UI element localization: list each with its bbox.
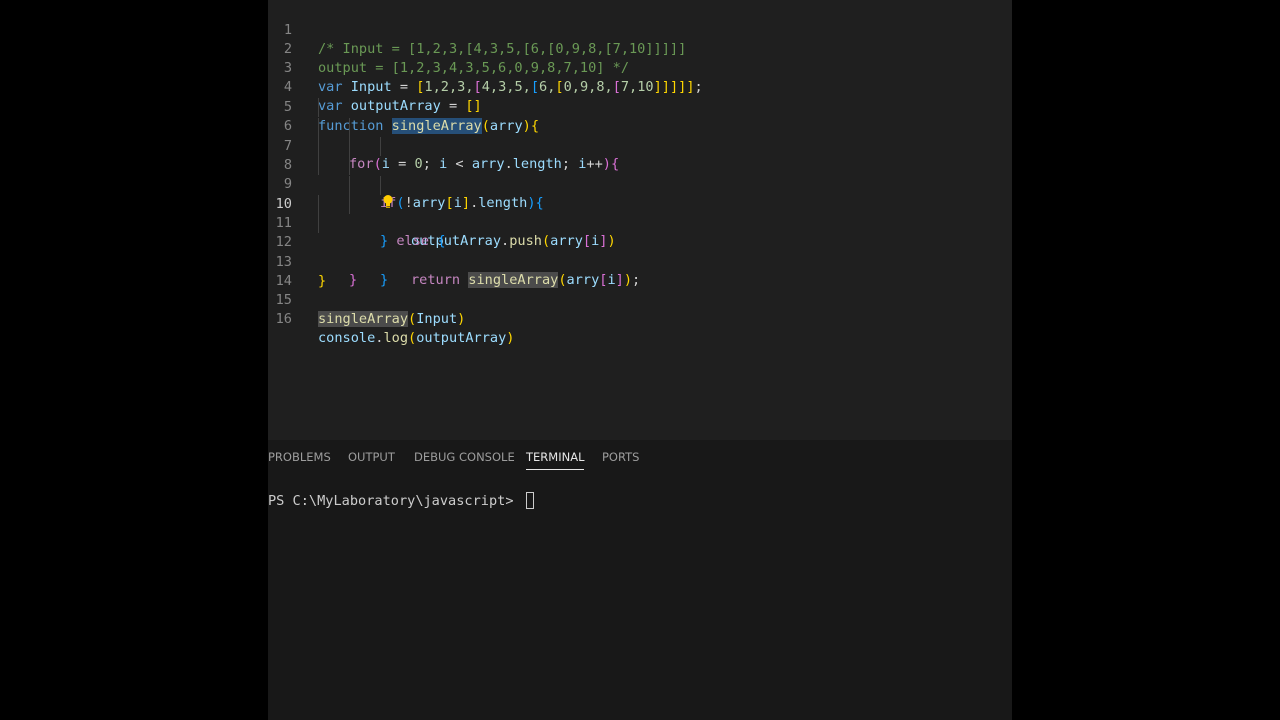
- indent-guide: [380, 137, 381, 156]
- indent-guide: [349, 176, 350, 195]
- indent-guide: [318, 137, 319, 156]
- code-line-13: 13 }: [268, 234, 1012, 289]
- indent-guide: [318, 156, 319, 175]
- variable: outputArray: [416, 330, 507, 346]
- indent-guide: [349, 195, 350, 214]
- tab-problems[interactable]: PROBLEMS: [268, 450, 331, 464]
- code-line-12: 12 }: [268, 214, 1012, 288]
- code-line-15: 15 singleArray(Input): [268, 272, 1012, 327]
- indent-guide: [318, 214, 319, 233]
- variable: console: [318, 330, 376, 346]
- function-call: singleArray: [318, 311, 409, 327]
- code-line-6: 6 for(i = 0; i < arry.length; i++){: [268, 98, 1012, 172]
- bracket: ): [457, 311, 466, 327]
- tab-output[interactable]: OUTPUT: [348, 450, 395, 464]
- vscode-window: 1 /* Input = [1,2,3,[4,3,5,[6,[0,9,8,[7,…: [268, 0, 1012, 720]
- indent-guide: [349, 118, 350, 137]
- indent-guide: [318, 118, 319, 137]
- code-line-2: 2 output = [1,2,3,4,3,5,6,0,9,8,7,10] */: [268, 21, 1012, 76]
- indent-guide: [380, 176, 381, 195]
- code-line-16: 16 console.log(outputArray): [268, 291, 1012, 346]
- terminal-cursor: [525, 492, 534, 509]
- code-line-14: 14: [268, 253, 1012, 289]
- bottom-panel: PROBLEMS OUTPUT DEBUG CONSOLE TERMINAL P…: [268, 440, 1012, 720]
- terminal-prompt: PS C:\MyLaboratory\javascript>: [268, 493, 522, 509]
- indent-guide: [318, 195, 319, 214]
- indent-guide: [349, 137, 350, 156]
- tab-ports[interactable]: PORTS: [602, 450, 639, 464]
- terminal[interactable]: PS C:\MyLaboratory\javascript>: [268, 492, 534, 510]
- bracket: (: [408, 311, 417, 327]
- code-line-10: 10 return singleArray(arry[i]);: [268, 176, 1012, 288]
- code-line-4: 4 var outputArray = []: [268, 59, 1012, 114]
- code-line-9: 9 } else {: [268, 156, 1012, 249]
- bracket: (: [408, 330, 417, 346]
- code-editor[interactable]: 1 /* Input = [1,2,3,[4,3,5,[6,[0,9,8,[7,…: [268, 0, 1012, 440]
- line-number: 16: [275, 311, 292, 327]
- tab-terminal[interactable]: TERMINAL: [526, 450, 585, 470]
- variable: Input: [416, 311, 458, 327]
- code-line-8: 8 outputArray.push(arry[i]): [268, 137, 1012, 249]
- indent-guide: [349, 156, 350, 175]
- panel-tab-bar: PROBLEMS OUTPUT DEBUG CONSOLE TERMINAL P…: [268, 440, 1012, 474]
- code-line-5: 5 function singleArray(arry){: [268, 79, 1012, 134]
- tab-debug-console[interactable]: DEBUG CONSOLE: [414, 450, 515, 464]
- code-line-3: 3 var Input = [1,2,3,[4,3,5,[6,[0,9,8,[7…: [268, 40, 1012, 95]
- code-line-11: 11 }: [268, 195, 1012, 288]
- method: log: [383, 330, 409, 346]
- bracket: ): [506, 330, 515, 346]
- indent-guide: [318, 98, 319, 117]
- code-line-7: 7 if(!arry[i].length){: [268, 118, 1012, 211]
- code-line-1: 1 /* Input = [1,2,3,[4,3,5,[6,[0,9,8,[7,…: [268, 2, 1012, 57]
